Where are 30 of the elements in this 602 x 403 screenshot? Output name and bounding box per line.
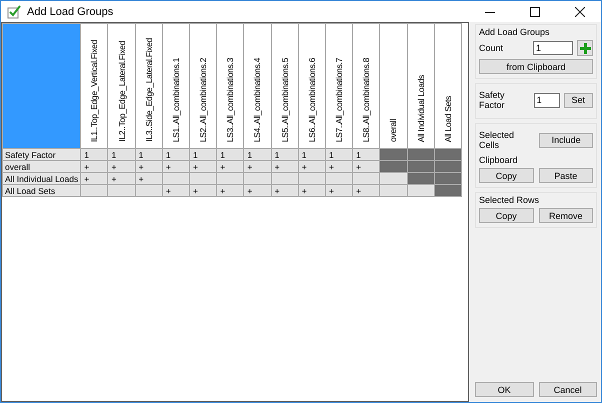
rows-button[interactable]: Copy (479, 208, 534, 223)
column-header[interactable]: All Load Sets (442, 96, 453, 142)
window-title: Add Load Groups (27, 6, 114, 18)
close-icon[interactable] (575, 6, 585, 16)
safety-factor-field[interactable]: 1 (534, 92, 560, 108)
group-title: Clipboard (479, 155, 519, 165)
row-header[interactable]: All Individual Loads (2, 172, 81, 184)
count-field[interactable]: 1 (533, 41, 573, 55)
corner-cell[interactable] (2, 24, 81, 148)
safety-factor-label: Safety Factor (479, 90, 506, 110)
row-header[interactable]: All Load Sets (2, 184, 81, 196)
column-header[interactable]: overall (388, 119, 398, 142)
from-clipboard-button[interactable]: from Clipboard (479, 59, 593, 74)
checkmark-icon (7, 4, 21, 18)
add-button[interactable] (577, 40, 593, 56)
dialog-button[interactable]: OK (475, 382, 534, 397)
rows-button[interactable]: Remove (538, 208, 593, 223)
clipboard-button[interactable]: Copy (479, 168, 534, 183)
set-button[interactable]: Set (564, 92, 593, 108)
maximize-icon[interactable] (530, 6, 540, 16)
clipboard-button[interactable]: Paste (538, 168, 593, 183)
row-header[interactable]: overall (2, 160, 81, 172)
selected-cells-label: Selected Cells (479, 130, 516, 150)
row-header[interactable]: Safety Factor (2, 148, 81, 160)
include-button[interactable]: Include (539, 132, 593, 148)
group-title: Add Load Groups (479, 27, 551, 37)
group-title: Selected Rows (479, 195, 540, 205)
count-label: Count (479, 43, 504, 53)
plus-icon (580, 42, 590, 54)
dialog-button[interactable]: Cancel (538, 382, 597, 397)
